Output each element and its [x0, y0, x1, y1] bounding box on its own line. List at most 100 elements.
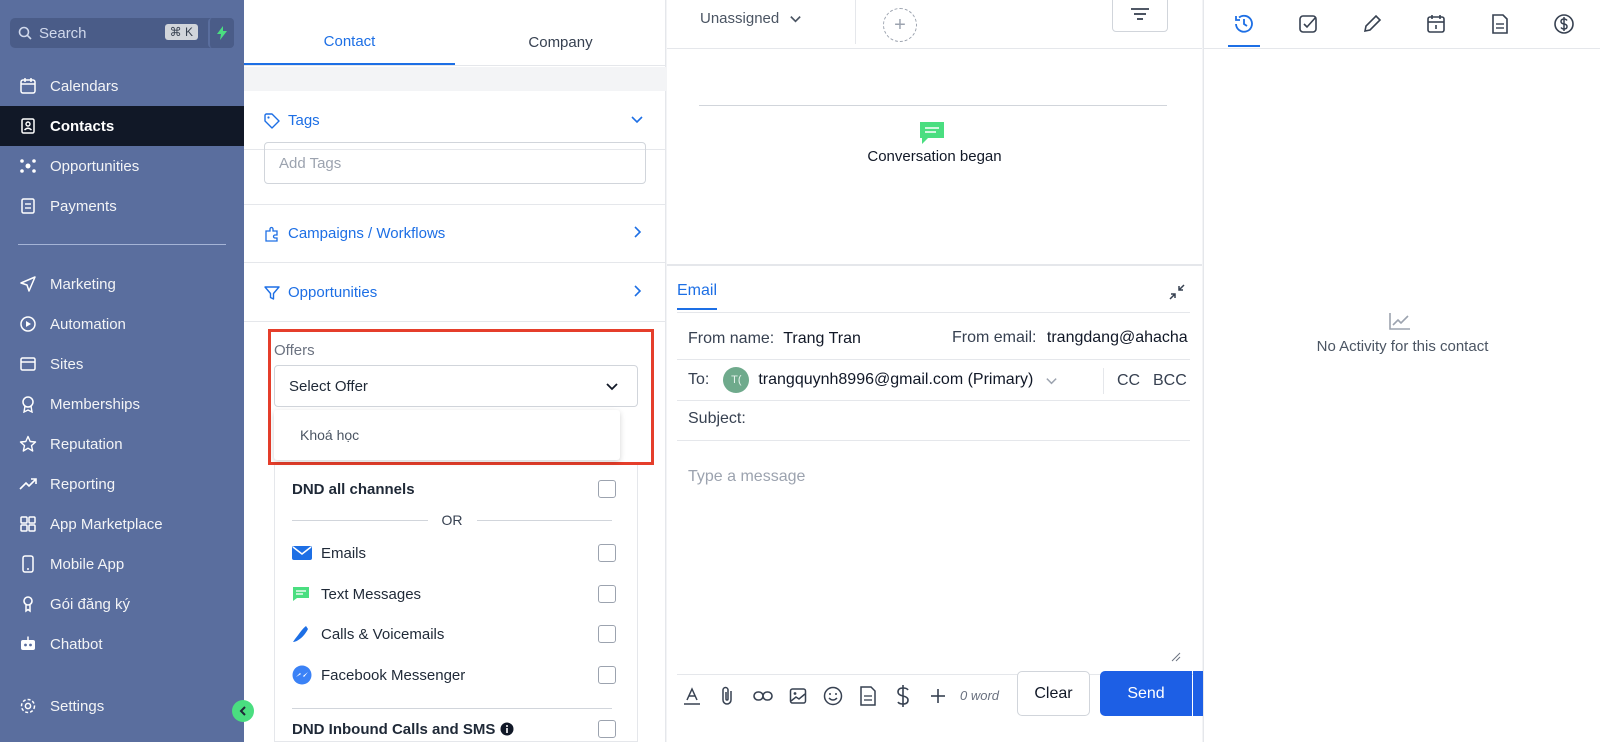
sidebar-item-mobile-app[interactable]: Mobile App: [0, 544, 244, 584]
template-icon[interactable]: [857, 685, 879, 707]
sites-icon: [18, 354, 38, 374]
add-follower-button[interactable]: +: [883, 8, 917, 42]
filter-button[interactable]: [1112, 0, 1168, 32]
emoji-icon[interactable]: [822, 685, 844, 707]
sidebar-item-marketing[interactable]: Marketing: [0, 264, 244, 304]
bolt-icon[interactable]: [208, 18, 234, 48]
sidebar-item-chatbot[interactable]: Chatbot: [0, 624, 244, 664]
sidebar-item-label: Opportunities: [50, 157, 140, 175]
dnd-calls-label: Calls & Voicemails: [321, 625, 445, 643]
no-activity-text: No Activity for this contact: [1316, 338, 1489, 355]
task-icon[interactable]: [1296, 12, 1320, 36]
document-icon[interactable]: [1488, 12, 1512, 36]
bcc-button[interactable]: BCC: [1153, 372, 1187, 390]
send-button[interactable]: Send: [1100, 671, 1192, 716]
note-icon[interactable]: [1360, 12, 1384, 36]
text-format-icon[interactable]: [681, 685, 703, 707]
to-recipient[interactable]: trangquynh8996@gmail.com (Primary): [758, 371, 1033, 389]
dnd-emails-row: Emails: [292, 540, 622, 566]
dnd-messenger-checkbox[interactable]: [598, 666, 616, 684]
sidebar-item-reputation[interactable]: Reputation: [0, 424, 244, 464]
offer-option[interactable]: Khoá học: [274, 410, 620, 460]
subject-label: Subject:: [688, 410, 746, 427]
sidebar-item-label: Gói đăng ký: [50, 595, 131, 613]
cc-button[interactable]: CC: [1117, 372, 1140, 390]
header-separator: [855, 0, 856, 44]
sidebar-item-payments[interactable]: Payments: [0, 186, 244, 226]
from-name-row: From name: Trang Tran: [688, 330, 861, 348]
sidebar-item-settings[interactable]: Settings: [0, 686, 244, 726]
from-name-label: From name:: [688, 330, 775, 347]
dnd-messenger-label: Facebook Messenger: [321, 666, 466, 684]
dollar-icon[interactable]: [892, 685, 914, 707]
dnd-all-channels-label: DND all channels: [292, 480, 415, 498]
message-input[interactable]: Type a message: [688, 468, 805, 486]
search-bar[interactable]: Search ⌘ K: [10, 18, 234, 48]
activity-tabs: [1204, 0, 1600, 49]
sidebar-item-sites[interactable]: Sites: [0, 344, 244, 384]
from-email-value[interactable]: trangdang@ahacha: [1047, 329, 1188, 346]
resize-handle-icon[interactable]: [1171, 652, 1181, 662]
select-offer-value: Select Offer: [289, 377, 368, 395]
sidebar-item-automation[interactable]: Automation: [0, 304, 244, 344]
dnd-emails-label: Emails: [321, 544, 367, 562]
dnd-calls-checkbox[interactable]: [598, 625, 616, 643]
collapse-composer-icon[interactable]: [1169, 284, 1185, 300]
sidebar-item-label: Settings: [50, 697, 105, 715]
sidebar-collapse-button[interactable]: [232, 700, 254, 722]
attachment-icon[interactable]: [716, 685, 738, 707]
dnd-sms-row: Text Messages: [292, 581, 622, 607]
image-icon[interactable]: [787, 685, 809, 707]
sidebar-item-label: Contacts: [50, 117, 115, 135]
payment-icon[interactable]: [1552, 12, 1576, 36]
appointment-icon[interactable]: [1424, 12, 1448, 36]
or-divider: OR: [292, 510, 612, 530]
sidebar-item-label: Payments: [50, 197, 117, 215]
from-name-value[interactable]: Trang Tran: [783, 330, 861, 348]
dnd-sms-checkbox[interactable]: [598, 585, 616, 603]
subject-row[interactable]: Subject:: [688, 410, 746, 428]
dnd-emails-checkbox[interactable]: [598, 544, 616, 562]
sidebar-item-label: Reporting: [50, 475, 116, 493]
clear-button[interactable]: Clear: [1017, 671, 1090, 716]
from-email-row: From email: trangdang@ahacha: [952, 329, 1192, 347]
sidebar-item-app-marketplace[interactable]: App Marketplace: [0, 504, 244, 544]
chevron-down-icon: [605, 379, 619, 393]
sidebar-item-contacts[interactable]: Contacts: [0, 106, 244, 146]
plus-icon[interactable]: [927, 685, 949, 707]
grid-icon: [18, 514, 38, 534]
email-divider: [677, 312, 1190, 313]
sidebar-item-subscription[interactable]: Gói đăng ký: [0, 584, 244, 624]
chevron-down-icon: [789, 12, 802, 25]
sidebar-item-opportunities[interactable]: Opportunities: [0, 146, 244, 186]
to-separator: [1103, 368, 1104, 394]
opportunities-label: Opportunities: [288, 284, 378, 301]
sidebar-item-reporting[interactable]: Reporting: [0, 464, 244, 504]
tab-contact[interactable]: Contact: [244, 20, 455, 65]
chevron-right-icon: [630, 284, 644, 298]
or-line-left: [292, 519, 428, 521]
dnd-inbound-checkbox[interactable]: [598, 720, 616, 738]
tab-company[interactable]: Company: [455, 20, 666, 65]
campaigns-section-header[interactable]: Campaigns / Workflows: [244, 205, 666, 263]
sidebar: Search ⌘ K Calendars Contacts Opportunit…: [0, 0, 244, 742]
chevron-left-icon: [238, 706, 248, 716]
from-email-label: From email:: [952, 329, 1037, 346]
sidebar-item-memberships[interactable]: Memberships: [0, 384, 244, 424]
phone-icon: [292, 625, 312, 643]
opportunities-section-header[interactable]: Opportunities: [244, 264, 666, 322]
activity-icon[interactable]: [1228, 12, 1260, 47]
dnd-calls-row: Calls & Voicemails: [292, 621, 622, 647]
sidebar-item-label: Sites: [50, 355, 84, 373]
chevron-down-icon[interactable]: [1045, 374, 1058, 387]
add-tags-input[interactable]: Add Tags: [264, 142, 646, 184]
sidebar-item-calendars[interactable]: Calendars: [0, 66, 244, 106]
assignee-dropdown[interactable]: Unassigned: [700, 10, 802, 27]
tab-email[interactable]: Email: [677, 282, 718, 310]
dnd-all-checkbox[interactable]: [598, 480, 616, 498]
conversation-divider: [699, 105, 1167, 106]
conversation-header: Unassigned +: [667, 0, 1202, 49]
chat-bubble-icon: [919, 121, 945, 145]
link-icon[interactable]: [752, 685, 774, 707]
select-offer-dropdown[interactable]: Select Offer: [274, 365, 638, 407]
